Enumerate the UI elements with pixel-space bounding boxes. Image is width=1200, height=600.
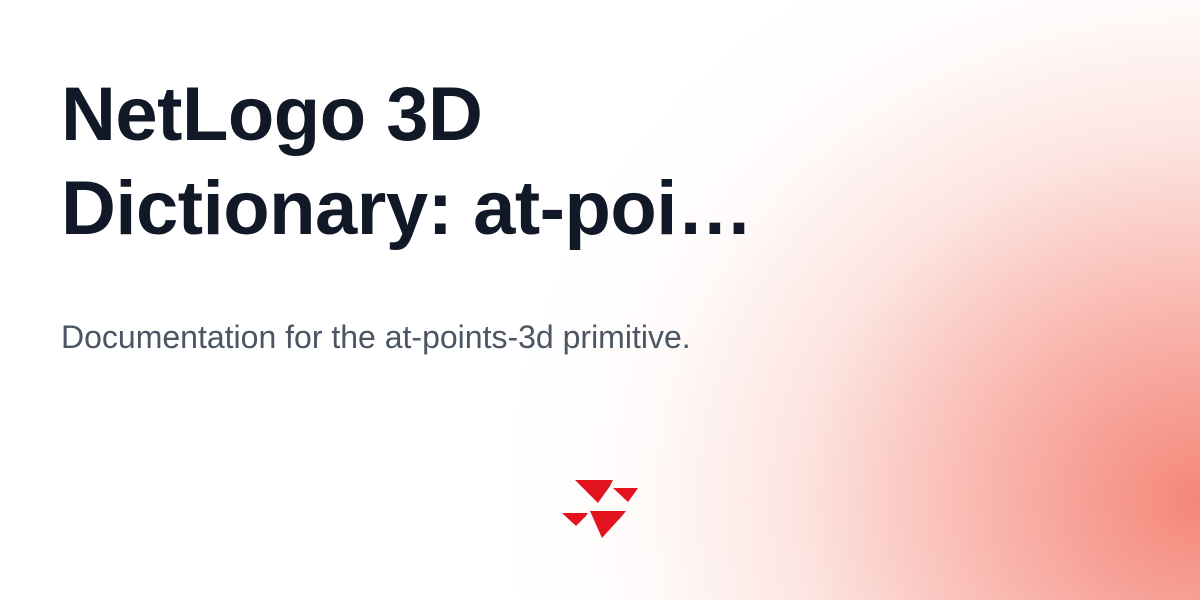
page-title-line-1: NetLogo 3D (61, 72, 483, 157)
page-title: NetLogo 3D Dictionary: at-poi… (61, 68, 821, 256)
netlogo-logo (560, 480, 640, 540)
page-title-line-2: Dictionary: at-poi… (61, 166, 753, 251)
page-description: Documentation for the at-points-3d primi… (61, 319, 691, 355)
netlogo-turtle-logo-icon (562, 480, 638, 538)
card-content: NetLogo 3D Dictionary: at-poi… Documenta… (61, 68, 821, 360)
